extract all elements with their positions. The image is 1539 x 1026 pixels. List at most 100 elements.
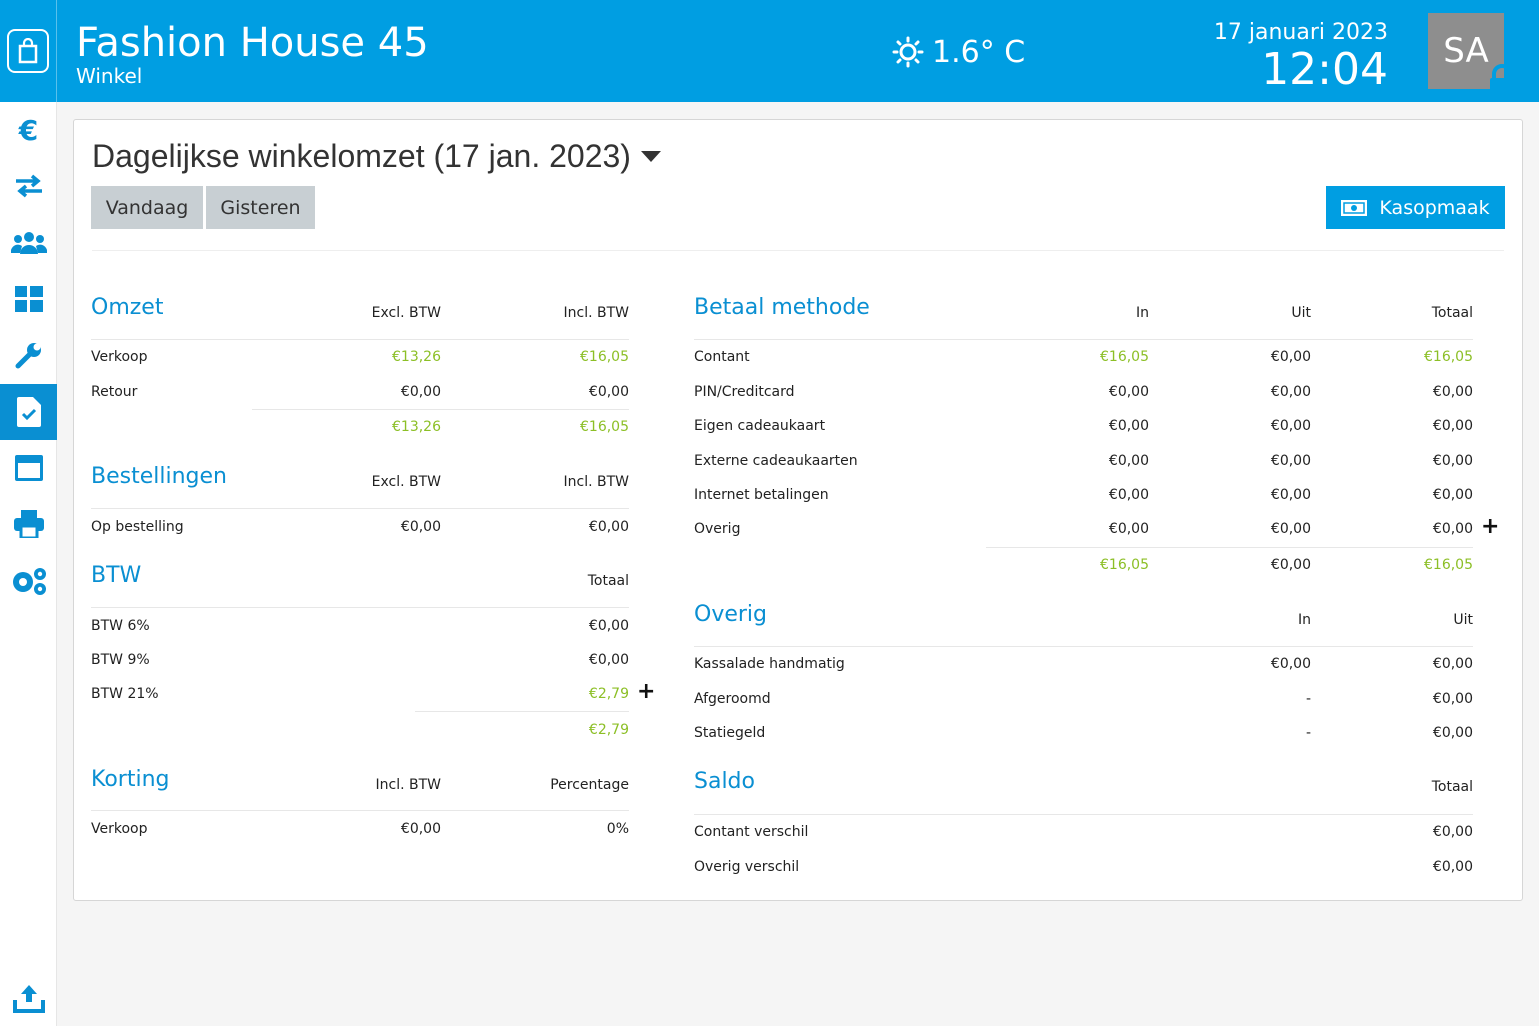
expand-btw-button[interactable]: + [637,681,655,703]
euro-icon: € [18,113,39,147]
saldo-title: Saldo [694,769,755,794]
btw-row-label: BTW 21% [91,686,159,702]
overig-row-in: - [1305,725,1311,741]
sidebar-item-upload[interactable] [0,970,57,1026]
korting-title: Korting [91,767,170,792]
money-icon [1341,199,1368,216]
saldo-col-total: Totaal [1431,779,1473,795]
betaal-row-total: €0,00 [1432,453,1473,469]
sidebar-item-print[interactable] [0,496,57,552]
betaal-row-uit: €0,00 [1270,384,1311,400]
wrench-icon [15,343,41,369]
betaal-row-uit: €0,00 [1270,521,1311,537]
overig-row-label: Afgeroomd [694,691,771,707]
temperature: 1.6° C [932,34,1026,70]
bestellingen-title: Bestellingen [91,464,227,489]
betaal-col-total: Totaal [1431,305,1473,321]
sidebar-item-transfers[interactable] [0,158,57,214]
betaal-row-in: €0,00 [1108,487,1149,503]
betaal-row-uit: €0,00 [1270,453,1311,469]
sidebar-item-dashboard[interactable] [0,271,57,327]
printer-icon [13,510,44,538]
btw-row-value: €2,79 [588,686,629,702]
omzet-title: Omzet [91,295,164,320]
logo-area[interactable] [0,0,57,102]
betaal-row-in: €0,00 [1108,384,1149,400]
overig-row-uit: €0,00 [1432,656,1473,672]
current-time: 12:04 [1261,44,1388,95]
btw-col-total: Totaal [587,573,629,589]
omzet-row-incl: €16,05 [580,349,629,365]
divider [694,814,1473,815]
dashboard-icon [14,286,43,312]
betaal-row-in: €16,05 [1100,349,1149,365]
korting-row-label: Verkoop [91,821,148,837]
caret-down-icon [640,150,661,162]
saldo-row-label: Overig verschil [694,859,800,875]
betaal-row-uit: €0,00 [1270,349,1311,365]
divider [91,810,629,811]
btw-row-value: €0,00 [588,652,629,668]
current-date: 17 januari 2023 [1213,20,1388,45]
yesterday-button[interactable]: Gisteren [206,186,315,229]
overig-row-label: Kassalade handmatig [694,656,845,672]
divider [92,250,1504,251]
omzet-row-excl: €13,26 [392,349,441,365]
settings-icon [12,568,46,595]
divider [415,711,629,712]
sidebar-item-customers[interactable] [0,215,57,271]
checklist-icon [16,397,41,427]
store-type: Winkel [76,64,143,88]
shopping-bag-icon[interactable] [7,29,49,73]
betaal-row-uit: €0,00 [1270,487,1311,503]
btw-total: €2,79 [588,722,629,738]
overig-row-uit: €0,00 [1432,691,1473,707]
sidebar-item-revenue[interactable]: € [0,102,57,158]
lock-icon[interactable] [1486,64,1518,102]
betaal-row-label: Eigen cadeaukaart [694,418,826,434]
today-button[interactable]: Vandaag [91,186,203,229]
report-title-dropdown[interactable]: Dagelijkse winkelomzet (17 jan. 2023) [92,136,661,176]
bestellingen-row-excl: €0,00 [400,519,441,535]
sidebar-item-window[interactable] [0,440,57,496]
transfer-icon [15,174,42,198]
window-icon [14,455,43,481]
korting-row-pct: 0% [606,821,629,837]
bestellingen-row-incl: €0,00 [588,519,629,535]
omzet-total-excl: €13,26 [392,419,441,435]
sidebar-item-tools[interactable] [0,327,57,383]
betaal-row-label: Contant [694,349,750,365]
betaal-row-label: Externe cadeaukaarten [694,453,858,469]
divider [252,409,629,410]
omzet-col-incl: Incl. BTW [563,305,630,321]
expand-overig-button[interactable]: + [1481,516,1499,538]
betaal-row-in: €0,00 [1108,418,1149,434]
omzet-total-incl: €16,05 [580,419,629,435]
betaal-row-label: Overig [694,521,741,537]
betaal-row-total: €0,00 [1432,521,1473,537]
daily-revenue-card: Dagelijkse winkelomzet (17 jan. 2023) Va… [73,119,1523,901]
sidebar-item-daily-report[interactable] [0,384,57,440]
store-name: Fashion House 45 [76,20,429,66]
bestellingen-row-label: Op bestelling [91,519,184,535]
overig-col-uit: Uit [1453,612,1473,628]
page-title: Dagelijkse winkelomzet (17 jan. 2023) [92,138,631,174]
betaal-row-total: €0,00 [1432,384,1473,400]
sidebar-item-settings[interactable] [0,553,57,609]
overig-row-uit: €0,00 [1432,725,1473,741]
betaal-col-uit: Uit [1291,305,1311,321]
divider [694,646,1473,647]
top-bar: Fashion House 45 Winkel 1.6° C 17 januar… [0,0,1539,102]
overig-title: Overig [694,602,767,627]
saldo-row-value: €0,00 [1432,824,1473,840]
betaal-total-in: €16,05 [1100,557,1149,573]
overig-row-in: €0,00 [1270,656,1311,672]
saldo-row-label: Contant verschil [694,824,809,840]
betaal-col-in: In [1135,305,1149,321]
divider [694,339,1473,340]
btw-row-label: BTW 6% [91,618,150,634]
betaal-row-in: €0,00 [1108,521,1149,537]
kasopmaak-button[interactable]: Kasopmaak [1326,186,1505,229]
korting-row-incl: €0,00 [400,821,441,837]
betaal-row-label: PIN/Creditcard [694,384,795,400]
